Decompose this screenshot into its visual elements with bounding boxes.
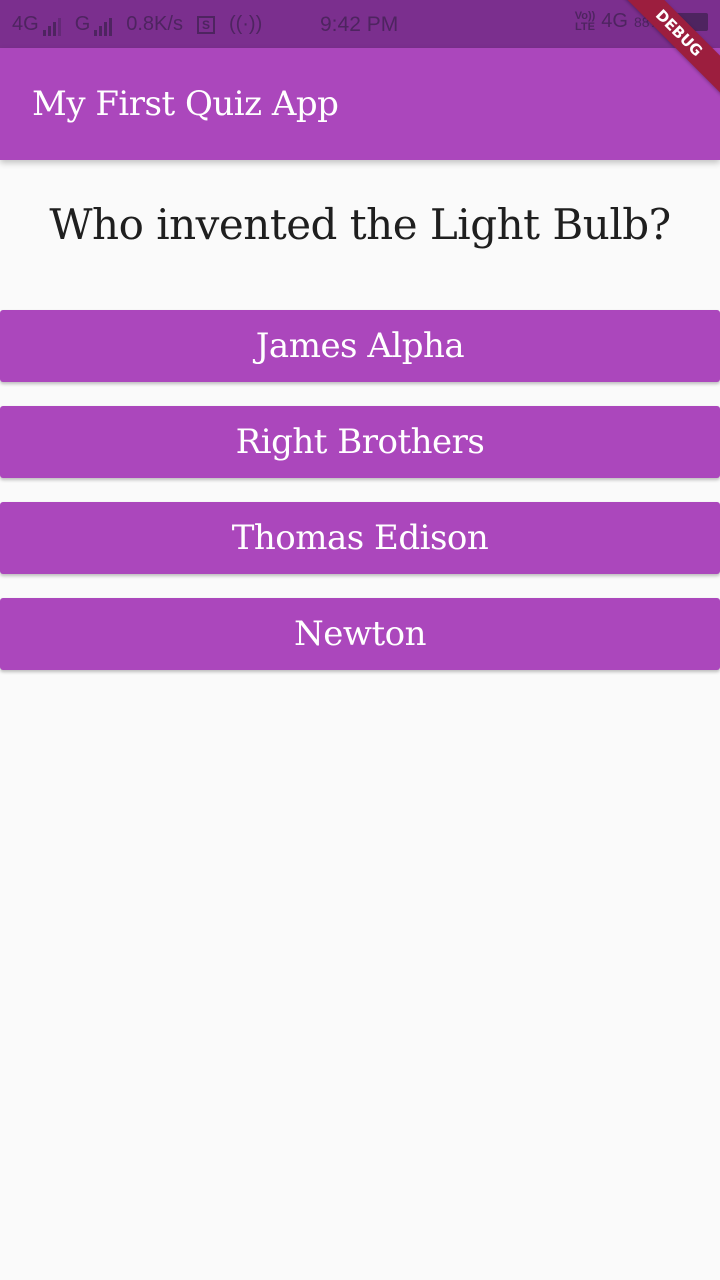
signal-bars-icon bbox=[42, 18, 61, 36]
status-bar: 4G G 0.8K/s S ((·)) 9:42 PM Vo)) LTE 4G … bbox=[0, 0, 720, 48]
notification-s-icon: S bbox=[196, 15, 215, 34]
answer-button-newton[interactable]: Newton bbox=[0, 598, 720, 670]
vibrate-icon: ((·)) bbox=[228, 13, 263, 35]
answer-button-right-brothers[interactable]: Right Brothers bbox=[0, 406, 720, 478]
signal-bars-icon bbox=[94, 18, 113, 36]
volte-icon: Vo)) LTE bbox=[574, 9, 596, 33]
app-title: My First Quiz App bbox=[32, 84, 339, 124]
network-speed: 0.8K/s bbox=[126, 13, 183, 35]
app-bar: My First Quiz App bbox=[0, 48, 720, 160]
answer-button-james-alpha[interactable]: James Alpha bbox=[0, 310, 720, 382]
answer-button-thomas-edison[interactable]: Thomas Edison bbox=[0, 502, 720, 574]
signal-g: G bbox=[75, 13, 113, 36]
status-left-group: 4G G 0.8K/s S ((·)) bbox=[12, 13, 262, 36]
signal-4g: 4G bbox=[12, 13, 61, 36]
answers-list: James Alpha Right Brothers Thomas Edison… bbox=[0, 310, 720, 694]
question-text: Who invented the Light Bulb? bbox=[49, 200, 671, 249]
status-time: 9:42 PM bbox=[320, 13, 399, 36]
network-4g-label: 4G bbox=[12, 13, 39, 35]
network-g-label: G bbox=[74, 13, 91, 35]
network-4g-right: 4G bbox=[601, 10, 628, 32]
